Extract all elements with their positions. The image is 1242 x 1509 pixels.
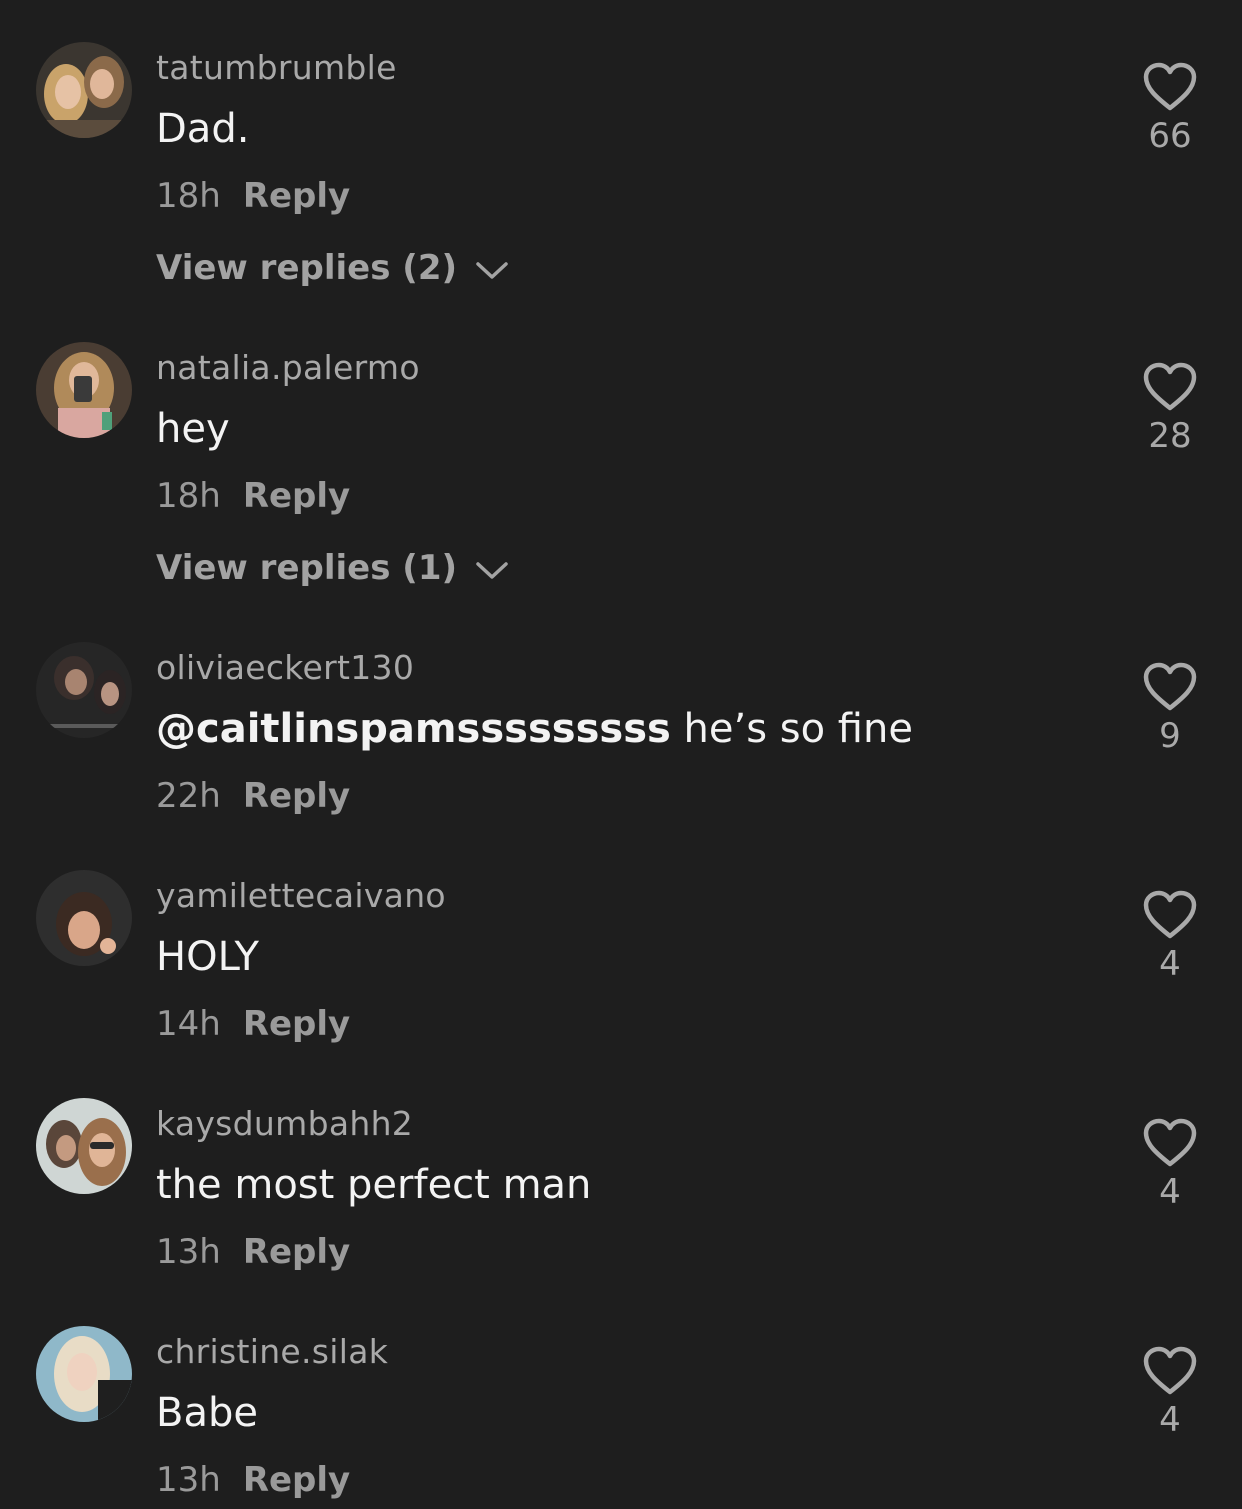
like-button[interactable]: 28 [1128, 362, 1212, 456]
comment-text: hey [156, 406, 230, 452]
comment-meta: 22h Reply [156, 776, 350, 816]
like-count: 4 [1159, 1400, 1181, 1440]
comment-text: Babe [156, 1390, 258, 1436]
heart-outline-icon [1128, 662, 1212, 712]
avatar[interactable] [36, 1326, 132, 1422]
comment-meta: 13h Reply [156, 1232, 350, 1272]
heart-outline-icon [1128, 1118, 1212, 1168]
like-count: 4 [1159, 944, 1181, 984]
like-count: 9 [1159, 716, 1181, 756]
heart-outline-icon [1128, 1346, 1212, 1396]
avatar[interactable] [36, 1098, 132, 1194]
comment-text: @caitlinspamsssssssss he’s so fine [156, 706, 913, 752]
comment-time: 14h [156, 1004, 221, 1044]
chevron-down-icon [475, 550, 509, 590]
view-replies-button[interactable]: View replies (2) [156, 248, 509, 290]
comment-time: 13h [156, 1460, 221, 1500]
comment-meta: 18h Reply [156, 176, 350, 216]
heart-outline-icon [1128, 890, 1212, 940]
comment-username[interactable]: natalia.palermo [156, 348, 420, 387]
comment-body: the most perfect man [156, 1162, 592, 1208]
reply-button[interactable]: Reply [243, 476, 350, 516]
like-count: 28 [1148, 416, 1192, 456]
avatar[interactable] [36, 870, 132, 966]
reply-button[interactable]: Reply [243, 1004, 350, 1044]
comment-time: 13h [156, 1232, 221, 1272]
reply-button[interactable]: Reply [243, 1232, 350, 1272]
like-count: 66 [1148, 116, 1192, 156]
comment-time: 18h [156, 476, 221, 516]
comment-text: HOLY [156, 934, 259, 980]
view-replies-label: View replies (1) [156, 548, 458, 588]
avatar[interactable] [36, 642, 132, 738]
comment-username[interactable]: christine.silak [156, 1332, 388, 1371]
mention-link[interactable]: @caitlinspamsssssssss [156, 706, 671, 752]
reply-button[interactable]: Reply [243, 1460, 350, 1500]
comment-body: Dad. [156, 106, 250, 152]
like-count: 4 [1159, 1172, 1181, 1212]
comment-meta: 13h Reply [156, 1460, 350, 1500]
view-replies-label: View replies (2) [156, 248, 458, 288]
comment-text: Dad. [156, 106, 249, 152]
comment-username[interactable]: oliviaeckert130 [156, 648, 414, 687]
avatar[interactable] [36, 42, 132, 138]
comment-username[interactable]: kaysdumbahh2 [156, 1104, 413, 1143]
reply-button[interactable]: Reply [243, 776, 350, 816]
comment-body: Babe [156, 1390, 258, 1436]
comment-meta: 14h Reply [156, 1004, 350, 1044]
like-button[interactable]: 66 [1128, 62, 1212, 156]
comment-body: HOLY [156, 934, 259, 980]
comment-list: tatumbrumble Dad. 18h Reply View replies … [0, 0, 1242, 1509]
comment-meta: 18h Reply [156, 476, 350, 516]
like-button[interactable]: 4 [1128, 1118, 1212, 1212]
view-replies-button[interactable]: View replies (1) [156, 548, 509, 590]
reply-button[interactable]: Reply [243, 176, 350, 216]
comment-body: he’s so fine [683, 706, 913, 752]
comment-text: the most perfect man [156, 1162, 591, 1208]
comment-time: 18h [156, 176, 221, 216]
like-button[interactable]: 4 [1128, 890, 1212, 984]
like-button[interactable]: 4 [1128, 1346, 1212, 1440]
avatar[interactable] [36, 342, 132, 438]
heart-outline-icon [1128, 362, 1212, 412]
comment-body: hey [156, 406, 230, 452]
like-button[interactable]: 9 [1128, 662, 1212, 756]
chevron-down-icon [475, 250, 509, 290]
comment-username[interactable]: yamilettecaivano [156, 876, 446, 915]
comment-time: 22h [156, 776, 221, 816]
heart-outline-icon [1128, 62, 1212, 112]
comment-username[interactable]: tatumbrumble [156, 48, 397, 87]
